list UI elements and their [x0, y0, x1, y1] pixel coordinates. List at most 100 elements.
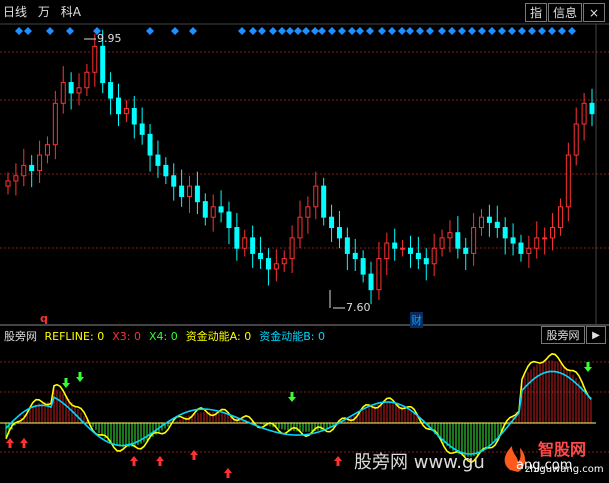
candle-body	[100, 45, 106, 84]
stock-chart	[0, 23, 609, 478]
signal-diamond	[15, 27, 23, 35]
candle-body	[471, 227, 477, 254]
unit-label[interactable]: 万	[38, 5, 50, 19]
signal-diamond	[311, 27, 319, 35]
indicator-field: REFLINE: 0	[44, 330, 105, 343]
signal-diamond	[46, 27, 54, 35]
candle-body	[550, 227, 556, 239]
signal-diamond	[238, 27, 246, 35]
candle-body	[123, 107, 129, 115]
candle-body	[518, 242, 524, 254]
candle-body	[273, 263, 279, 270]
indicator-button[interactable]: 指	[525, 3, 547, 22]
signal-diamond	[568, 27, 576, 35]
fund-momentum-a-line	[5, 353, 592, 464]
candle-body	[234, 227, 240, 249]
signal-diamond	[388, 27, 396, 35]
period-label[interactable]: 日线	[3, 5, 27, 19]
candle-body	[187, 185, 193, 197]
candle-body	[486, 216, 492, 223]
candle-body	[13, 175, 19, 182]
candle-body	[392, 242, 398, 249]
buy-arrow-icon	[224, 468, 232, 478]
signal-diamond	[366, 27, 374, 35]
candle-body	[84, 71, 90, 89]
sell-arrow-icon	[76, 372, 84, 382]
indicator-fields: REFLINE: 0 X3: 0 X4: 0 资金动能A: 0 资金动能B: 0	[45, 330, 333, 343]
signal-diamond	[398, 27, 406, 35]
candle-body	[542, 237, 548, 240]
candle-body	[305, 206, 311, 218]
signal-diamond	[189, 27, 197, 35]
candle-body	[415, 252, 421, 260]
candle-body	[155, 154, 161, 166]
signal-diamond	[538, 27, 546, 35]
candle-body	[447, 232, 453, 239]
candle-body	[281, 258, 287, 265]
buy-arrow-icon	[6, 438, 14, 448]
candle-body	[92, 45, 98, 73]
buy-arrow-icon	[334, 456, 342, 466]
subject-label[interactable]: 科A	[61, 5, 81, 19]
candle-body	[131, 107, 137, 125]
indicator-select-button[interactable]: 股旁网	[541, 326, 585, 344]
candle-body	[250, 237, 256, 254]
candle-body	[60, 82, 66, 104]
candle-body	[226, 211, 232, 229]
candle-body	[455, 232, 461, 249]
candle-body	[581, 102, 587, 125]
signal-diamond	[548, 27, 556, 35]
signal-diamond	[286, 27, 294, 35]
indicator-field: 资金动能A: 0	[185, 330, 252, 343]
candle-body	[534, 237, 540, 249]
candle-body	[565, 154, 571, 208]
finance-marker[interactable]: 财	[410, 312, 423, 328]
indicator-field: X4: 0	[148, 330, 178, 343]
signal-diamond	[302, 27, 310, 35]
candle-body	[510, 237, 516, 244]
candle-body	[589, 102, 595, 115]
watermark-brand: 智股网	[538, 440, 587, 459]
candle-body	[431, 247, 437, 265]
signal-diamond	[146, 27, 154, 35]
candle-body	[557, 206, 563, 229]
fund-momentum-b-line	[5, 370, 592, 455]
signal-diamond	[318, 27, 326, 35]
watermark-left-text: 股旁网 www.gu	[354, 452, 485, 473]
indicator-field-value: 0	[97, 330, 105, 343]
candle-body	[297, 216, 303, 239]
candle-body	[21, 164, 27, 177]
candle-body	[218, 206, 224, 213]
candle-body	[179, 185, 185, 197]
candle-body	[37, 154, 43, 172]
signal-diamond	[378, 27, 386, 35]
watermark-url: zhiguwang.com	[525, 464, 604, 475]
candle-body	[76, 87, 82, 94]
buy-arrow-icon	[156, 456, 164, 466]
indicator-field: 资金动能B: 0	[259, 330, 325, 343]
signal-diamond	[66, 27, 74, 35]
signal-diamond	[438, 27, 446, 35]
close-button[interactable]: ×	[583, 3, 605, 22]
high-price-label: 9.95	[97, 32, 122, 45]
indicator-field-value: 0	[133, 330, 141, 343]
candle-body	[479, 216, 485, 229]
candle-body	[573, 123, 579, 156]
candle-body	[502, 227, 508, 239]
sell-arrow-icon	[288, 392, 296, 402]
candle-body	[321, 185, 327, 218]
info-button[interactable]: 信息	[548, 3, 582, 22]
candle-body	[376, 258, 382, 291]
candle-body	[384, 242, 390, 260]
indicator-nav-button[interactable]: ▶	[586, 326, 606, 344]
candle-body	[336, 227, 342, 239]
signal-diamond	[448, 27, 456, 35]
indicator-header: 股旁网 REFLINE: 0 X3: 0 X4: 0 资金动能A: 0 资金动能B: 0	[4, 331, 337, 342]
candle-body	[526, 247, 532, 254]
candle-body	[194, 185, 200, 203]
candle-body	[400, 247, 406, 250]
signal-diamond	[558, 27, 566, 35]
candle-body	[423, 258, 429, 265]
candle-body	[147, 133, 153, 156]
signal-diamond	[468, 27, 476, 35]
